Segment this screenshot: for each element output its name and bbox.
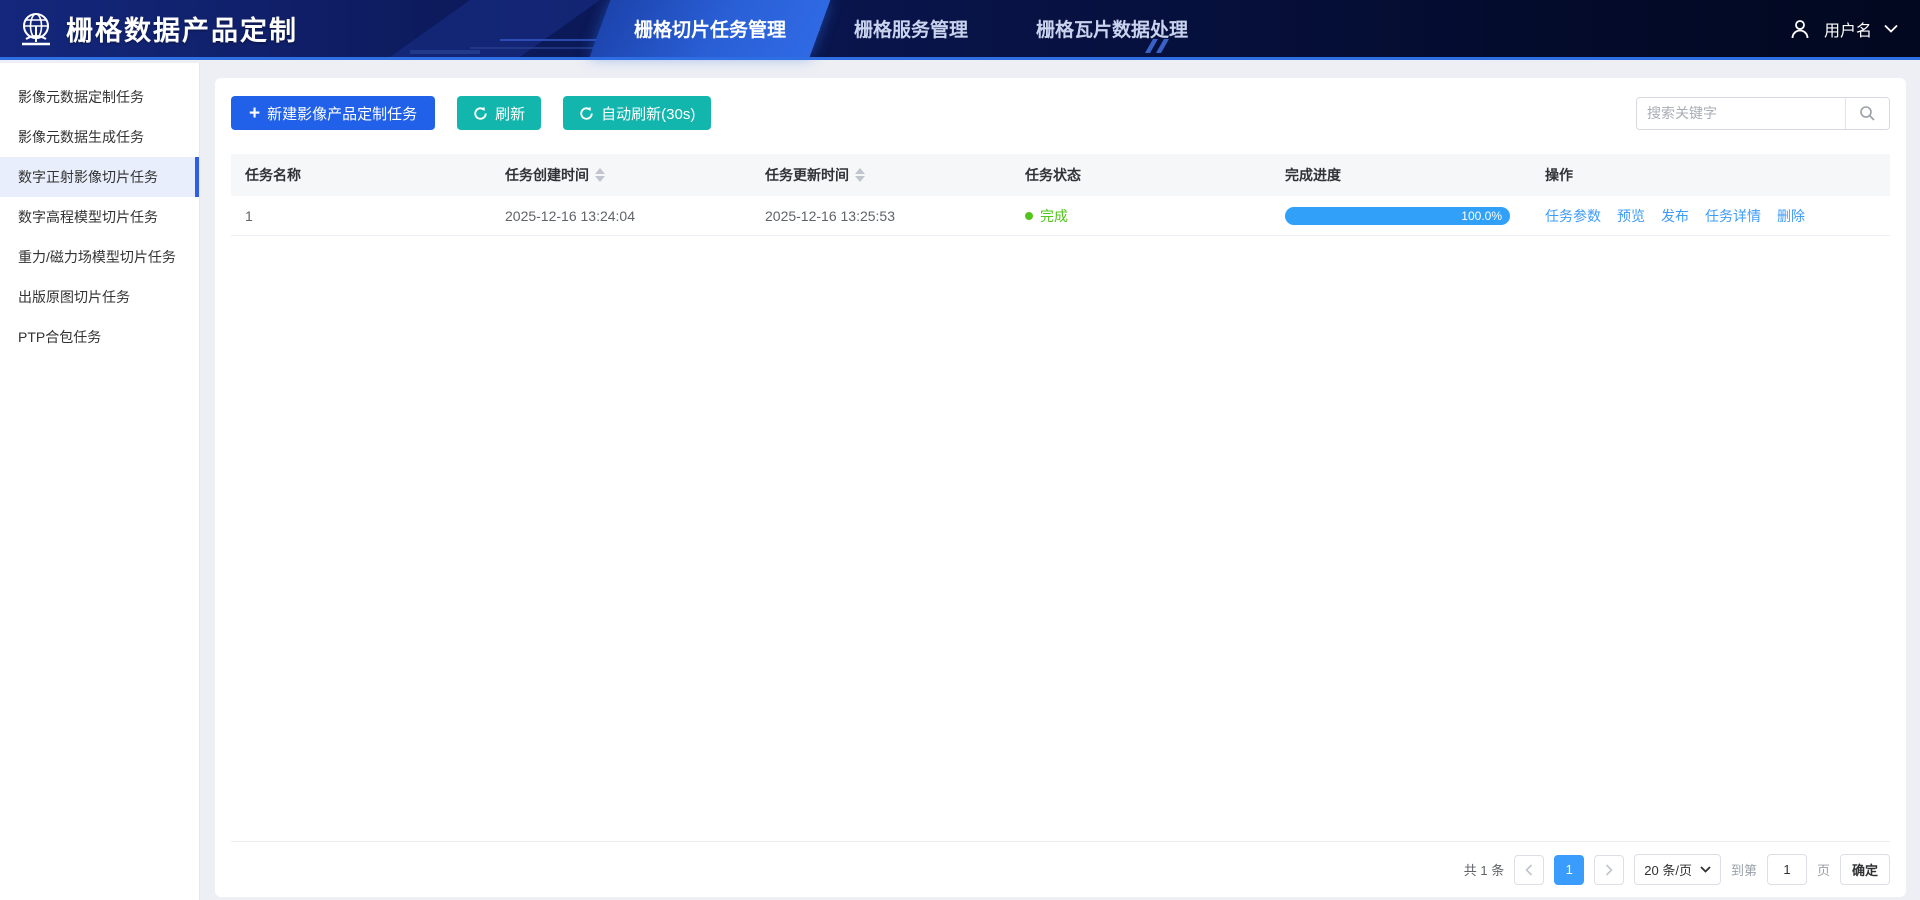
new-task-label: 新建影像产品定制任务 xyxy=(267,103,417,124)
user-menu[interactable]: 用户名 xyxy=(1788,0,1898,57)
tab-raster-service-mgmt[interactable]: 栅格服务管理 xyxy=(820,0,1002,57)
search-input[interactable] xyxy=(1637,98,1845,129)
total-count-label: 共 1 条 xyxy=(1464,860,1504,879)
current-page-button[interactable]: 1 xyxy=(1554,855,1584,885)
status-text: 完成 xyxy=(1040,206,1068,226)
goto-page-input[interactable] xyxy=(1767,854,1807,885)
chevron-down-icon xyxy=(1884,24,1898,33)
action-task-params-link[interactable]: 任务参数 xyxy=(1545,206,1601,226)
sidebar-item-dom-slice-task[interactable]: 数字正射影像切片任务 xyxy=(0,157,199,197)
chevron-left-icon xyxy=(1524,864,1534,876)
sort-created-icon[interactable] xyxy=(595,168,605,182)
sidebar-item-dem-slice-task[interactable]: 数字高程模型切片任务 xyxy=(0,197,199,237)
cell-actions: 任务参数 预览 发布 任务详情 删除 xyxy=(1531,196,1890,235)
status-dot-icon xyxy=(1025,212,1033,220)
tab-raster-tile-data-processing[interactable]: 栅格瓦片数据处理 xyxy=(1002,0,1222,57)
col-task-name: 任务名称 xyxy=(231,154,491,196)
content-card: + 新建影像产品定制任务 刷新 自动刷新(30s) xyxy=(215,78,1906,897)
sidebar-item-image-metadata-generate-task[interactable]: 影像元数据生成任务 xyxy=(0,117,199,157)
empty-space xyxy=(215,236,1906,841)
cell-task-name: 1 xyxy=(231,196,491,235)
sidebar-item-gravity-magnetic-slice-task[interactable]: 重力/磁力场模型切片任务 xyxy=(0,237,199,277)
sidebar-item-published-map-slice-task[interactable]: 出版原图切片任务 xyxy=(0,277,199,317)
pagination-bar: 共 1 条 1 20 条/页 到第 页 确定 xyxy=(231,841,1890,897)
user-icon xyxy=(1788,17,1812,41)
sidebar-item-image-metadata-custom-task[interactable]: 影像元数据定制任务 xyxy=(0,77,199,117)
cell-updated-time: 2025-12-16 13:25:53 xyxy=(751,196,1011,235)
cell-progress: 100.0% xyxy=(1271,196,1531,235)
cell-created-time: 2025-12-16 13:24:04 xyxy=(491,196,751,235)
auto-refresh-label: 自动刷新(30s) xyxy=(601,103,695,124)
prev-page-button[interactable] xyxy=(1514,855,1544,885)
main-area: + 新建影像产品定制任务 刷新 自动刷新(30s) xyxy=(200,63,1920,900)
sort-updated-icon[interactable] xyxy=(855,168,865,182)
user-name: 用户名 xyxy=(1824,17,1872,41)
col-task-status: 任务状态 xyxy=(1011,154,1271,196)
brand: 栅格数据产品定制 xyxy=(0,9,298,49)
tab-label: 栅格服务管理 xyxy=(854,15,968,42)
table-header-row: 任务名称 任务创建时间 任务更新时间 任务状态 完成进度 操作 xyxy=(231,154,1890,196)
goto-page-label: 到第 xyxy=(1731,860,1757,879)
page-size-select[interactable]: 20 条/页 xyxy=(1634,854,1721,885)
app-header: 栅格数据产品定制 栅格切片任务管理 栅格服务管理 栅格瓦片数据处理 用户名 xyxy=(0,0,1920,60)
next-page-button[interactable] xyxy=(1594,855,1624,885)
refresh-icon xyxy=(579,106,594,121)
col-actions: 操作 xyxy=(1531,154,1890,196)
refresh-icon xyxy=(473,106,488,121)
toolbar: + 新建影像产品定制任务 刷新 自动刷新(30s) xyxy=(215,78,1906,130)
col-created-time: 任务创建时间 xyxy=(491,154,751,196)
auto-refresh-button[interactable]: 自动刷新(30s) xyxy=(563,96,711,130)
table-row: 1 2025-12-16 13:24:04 2025-12-16 13:25:5… xyxy=(231,196,1890,236)
refresh-button[interactable]: 刷新 xyxy=(457,96,541,130)
top-nav: 栅格切片任务管理 栅格服务管理 栅格瓦片数据处理 xyxy=(600,0,1222,57)
chevron-down-icon xyxy=(1700,866,1711,873)
chevron-right-icon xyxy=(1604,864,1614,876)
action-preview-link[interactable]: 预览 xyxy=(1617,206,1645,226)
search-icon xyxy=(1859,105,1876,122)
tab-raster-slice-task-mgmt[interactable]: 栅格切片任务管理 xyxy=(600,0,820,57)
col-progress: 完成进度 xyxy=(1271,154,1531,196)
app-title: 栅格数据产品定制 xyxy=(66,9,298,48)
plus-icon: + xyxy=(249,104,260,123)
progress-bar: 100.0% xyxy=(1285,207,1510,225)
page-unit-label: 页 xyxy=(1817,860,1830,879)
tab-label: 栅格切片任务管理 xyxy=(634,15,786,42)
sidebar: 影像元数据定制任务 影像元数据生成任务 数字正射影像切片任务 数字高程模型切片任… xyxy=(0,63,200,900)
sidebar-item-ptp-package-task[interactable]: PTP合包任务 xyxy=(0,317,199,357)
action-publish-link[interactable]: 发布 xyxy=(1661,206,1689,226)
refresh-label: 刷新 xyxy=(495,103,525,124)
task-table: 任务名称 任务创建时间 任务更新时间 任务状态 完成进度 操作 xyxy=(231,154,1890,236)
goto-confirm-button[interactable]: 确定 xyxy=(1840,854,1890,885)
col-updated-time: 任务更新时间 xyxy=(751,154,1011,196)
new-task-button[interactable]: + 新建影像产品定制任务 xyxy=(231,96,435,130)
action-delete-link[interactable]: 删除 xyxy=(1777,206,1805,226)
progress-label: 100.0% xyxy=(1461,209,1510,223)
page-size-label: 20 条/页 xyxy=(1644,860,1692,879)
tab-label: 栅格瓦片数据处理 xyxy=(1036,15,1188,42)
globe-logo-icon xyxy=(16,9,56,49)
cell-task-status: 完成 xyxy=(1011,196,1271,235)
search-button[interactable] xyxy=(1845,98,1889,129)
action-task-detail-link[interactable]: 任务详情 xyxy=(1705,206,1761,226)
search-group xyxy=(1636,97,1890,130)
